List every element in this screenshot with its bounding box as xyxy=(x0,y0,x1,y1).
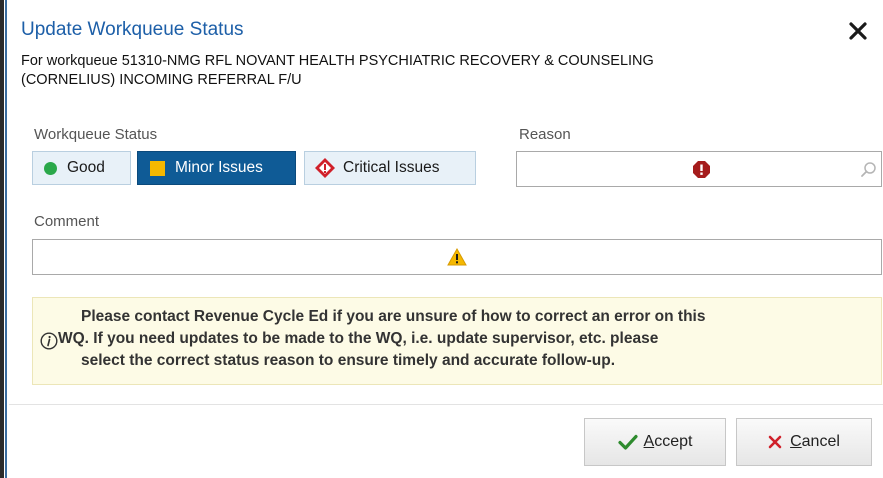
info-line-2: WQ. If you need updates to be made to th… xyxy=(58,330,659,347)
accept-label: ccept xyxy=(654,433,693,450)
dialog-title: Update Workqueue Status xyxy=(21,19,244,40)
close-icon xyxy=(849,22,867,40)
status-minor-issues-label: Minor Issues xyxy=(175,159,263,176)
status-good-button[interactable]: Good xyxy=(32,151,131,185)
reason-label: Reason xyxy=(519,126,571,143)
warning-icon xyxy=(447,248,467,266)
green-dot-icon xyxy=(44,161,57,175)
workqueue-status-label: Workqueue Status xyxy=(34,126,158,143)
cancel-label: ancel xyxy=(801,433,840,450)
status-critical-issues-label: Critical Issues xyxy=(343,159,440,176)
checkmark-icon xyxy=(617,434,638,450)
magnifier-icon[interactable] xyxy=(860,161,877,178)
cancel-x-icon xyxy=(768,435,782,449)
yellow-square-icon xyxy=(150,160,165,176)
info-icon xyxy=(40,332,58,350)
status-critical-issues-button[interactable]: Critical Issues xyxy=(304,151,476,185)
info-message-box: Please contact Revenue Cycle Ed if you a… xyxy=(32,297,882,385)
status-minor-issues-button[interactable]: Minor Issues xyxy=(137,151,296,185)
reason-input[interactable] xyxy=(516,151,882,187)
comment-input[interactable] xyxy=(32,239,882,275)
status-good-label: Good xyxy=(67,159,105,176)
red-diamond-icon xyxy=(315,158,335,178)
subtitle-line-2: (CORNELIUS) INCOMING REFERRAL F/U xyxy=(21,72,302,88)
accept-button[interactable]: Accept xyxy=(584,418,726,466)
cancel-hotkey: C xyxy=(790,433,802,450)
comment-label: Comment xyxy=(34,213,100,230)
info-message-text: Please contact Revenue Cycle Ed if you a… xyxy=(58,306,878,372)
update-workqueue-status-dialog: Update Workqueue Status For workqueue 51… xyxy=(9,0,883,478)
close-button[interactable] xyxy=(847,20,869,42)
info-line-1: Please contact Revenue Cycle Ed if you a… xyxy=(81,308,706,325)
cancel-button[interactable]: Cancel xyxy=(736,418,872,466)
info-line-3: select the correct status reason to ensu… xyxy=(81,352,616,369)
accept-hotkey: A xyxy=(643,433,655,450)
dialog-subtitle: For workqueue 51310-NMG RFL NOVANT HEALT… xyxy=(21,52,883,90)
window-frame-accent xyxy=(5,0,7,478)
window-frame-left xyxy=(0,0,4,478)
subtitle-line-1: For workqueue 51310-NMG RFL NOVANT HEALT… xyxy=(21,53,654,69)
error-icon xyxy=(693,161,710,178)
